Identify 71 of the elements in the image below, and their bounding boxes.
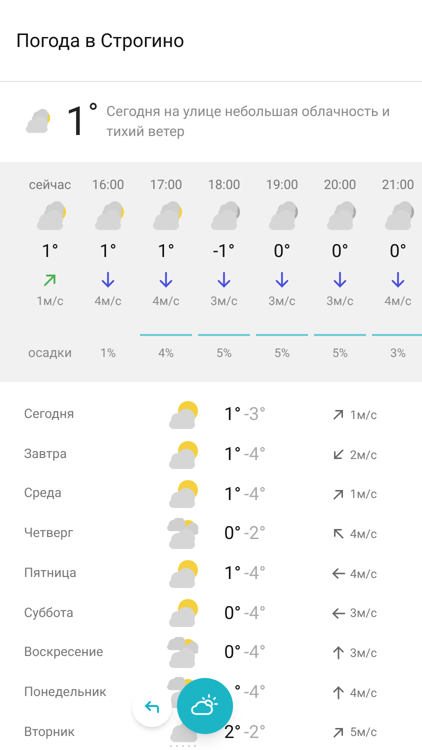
wind-speed: 3м/с — [326, 293, 354, 310]
wind-speed: 3м/с — [268, 293, 296, 310]
hour-temperature: 1° — [158, 240, 174, 264]
current-temperature: 1 — [65, 102, 88, 142]
day-label: Завтра — [24, 446, 68, 464]
precipitation-value: 5% — [332, 345, 348, 362]
back-button[interactable] — [132, 687, 172, 727]
wind-speed: 2м/с — [350, 446, 377, 464]
wind-speed: 4м/с — [94, 293, 122, 310]
low-temperature: -4° — [244, 602, 266, 626]
wind-speed: 1м/с — [36, 293, 64, 310]
sun-cloud-icon — [191, 694, 219, 718]
hour-temperature: 0° — [390, 240, 406, 264]
precipitation-value: 3% — [390, 345, 406, 362]
return-icon — [144, 700, 160, 714]
hour-label: 18:00 — [208, 177, 240, 194]
low-temperature: -4° — [244, 443, 266, 468]
day-label: Суббота — [24, 604, 74, 623]
day-label: Четверг — [24, 525, 74, 544]
low-temperature: -3° — [244, 403, 266, 428]
wind-speed: 3м/с — [350, 644, 377, 662]
high-temperature: 2° — [223, 720, 241, 745]
wind-speed: 4м/с — [350, 684, 377, 702]
wind-speed: 4м/с — [350, 526, 377, 543]
high-temperature: ° — [233, 681, 241, 706]
low-temperature: -4° — [244, 681, 266, 706]
low-temperature: -4° — [244, 641, 266, 666]
page-title: Погода в Строгино — [16, 28, 184, 54]
wind-speed: 3м/с — [350, 605, 377, 622]
day-label: Сегодня — [24, 406, 76, 424]
day-label: Понедельник — [24, 684, 108, 702]
high-temperature: 0° — [223, 602, 241, 626]
wind-speed: 4м/с — [350, 566, 377, 583]
hour-label: 16:00 — [92, 177, 124, 194]
low-temperature: -4° — [244, 482, 266, 507]
low-temperature: -2° — [244, 720, 266, 745]
hour-label: сейчас — [28, 177, 72, 194]
hour-temperature: -1° — [213, 240, 235, 264]
high-temperature: 0° — [223, 641, 241, 666]
weather-summary: Сегодня на улице небольшая облачность и тихий ветер — [106, 103, 391, 142]
day-label: Вторник — [24, 724, 76, 742]
day-label: Воскресение — [24, 644, 104, 662]
wind-speed: 1м/с — [350, 406, 377, 424]
high-temperature: 1° — [223, 403, 241, 428]
hour-label: 21:00 — [382, 177, 414, 194]
precipitation-value: 1% — [100, 345, 116, 362]
high-temperature: 1° — [223, 562, 241, 586]
day-label: Среда — [24, 485, 63, 504]
hour-label: 19:00 — [266, 177, 298, 194]
precipitation-label: осадки — [28, 345, 72, 363]
hour-label: 20:00 — [324, 177, 356, 194]
wind-speed: 4м/с — [152, 293, 180, 310]
high-temperature: 0° — [223, 522, 241, 546]
hour-temperature: 0° — [332, 240, 348, 264]
hour-label: 17:00 — [150, 177, 182, 194]
precipitation-value: 4% — [158, 345, 174, 362]
low-temperature: -4° — [244, 562, 266, 586]
precipitation-value: 5% — [216, 345, 232, 362]
low-temperature: -2° — [244, 522, 266, 546]
hour-temperature: 1° — [100, 240, 116, 264]
wind-speed: 3м/с — [210, 293, 238, 310]
wind-speed: 1м/с — [350, 486, 377, 504]
high-temperature: 1° — [223, 482, 241, 507]
hour-temperature: 0° — [274, 240, 290, 264]
wind-speed: 5м/с — [350, 724, 377, 742]
wind-speed: 4м/с — [384, 293, 412, 310]
degree-sign: ° — [88, 100, 98, 128]
day-label: Пятница — [24, 564, 78, 583]
precipitation-value: 5% — [274, 345, 290, 362]
hour-temperature: 1° — [42, 240, 58, 264]
high-temperature: 1° — [223, 443, 241, 468]
